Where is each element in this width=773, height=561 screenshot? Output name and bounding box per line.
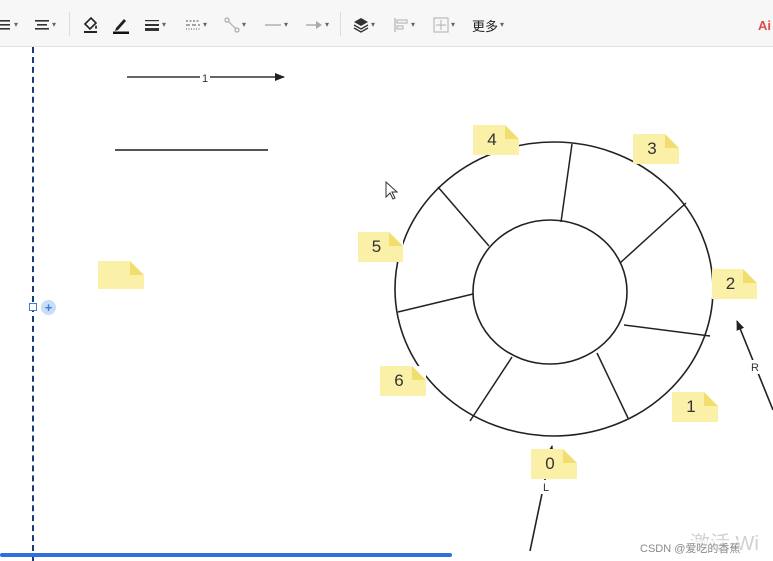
- ring-divider: [397, 293, 474, 313]
- sticky-note[interactable]: 3: [633, 134, 679, 164]
- mouse-cursor-icon: [385, 180, 399, 200]
- resize-handle[interactable]: [29, 303, 37, 311]
- add-icon[interactable]: +: [41, 300, 56, 315]
- ring-divider: [596, 352, 629, 419]
- sticky-note[interactable]: 2: [712, 269, 757, 299]
- ring-divider: [469, 356, 513, 422]
- sticky-note-label: 1: [686, 397, 696, 416]
- sticky-note[interactable]: 0: [531, 449, 577, 479]
- sticky-note-label: 4: [487, 130, 497, 149]
- sticky-note[interactable]: 5: [358, 232, 403, 262]
- sticky-note[interactable]: 4: [473, 125, 519, 155]
- ring-divider: [437, 186, 490, 247]
- ring-divider: [623, 324, 711, 337]
- sticky-note[interactable]: 1: [672, 392, 718, 422]
- sticky-note[interactable]: [98, 261, 144, 289]
- l-pointer-label: L: [543, 482, 549, 494]
- inner-ring[interactable]: [472, 219, 628, 365]
- outer-ring[interactable]: [394, 141, 714, 437]
- sticky-note-label: 3: [647, 139, 657, 158]
- sticky-note-label: 0: [545, 454, 555, 473]
- sticky-note-label: 6: [394, 371, 404, 390]
- ring-divider: [619, 202, 687, 264]
- sticky-note[interactable]: 6: [380, 366, 426, 396]
- sticky-note-label: 2: [725, 274, 736, 293]
- source-credit: CSDN @爱吃的香蕉: [640, 540, 741, 556]
- horizontal-scrollbar[interactable]: [0, 553, 452, 557]
- ring-divider: [560, 143, 573, 223]
- sticky-note-label: [98, 261, 136, 289]
- sticky-note-label: 5: [371, 237, 382, 256]
- top-arrow-label: 1: [202, 73, 208, 85]
- r-pointer-label: R: [751, 362, 759, 374]
